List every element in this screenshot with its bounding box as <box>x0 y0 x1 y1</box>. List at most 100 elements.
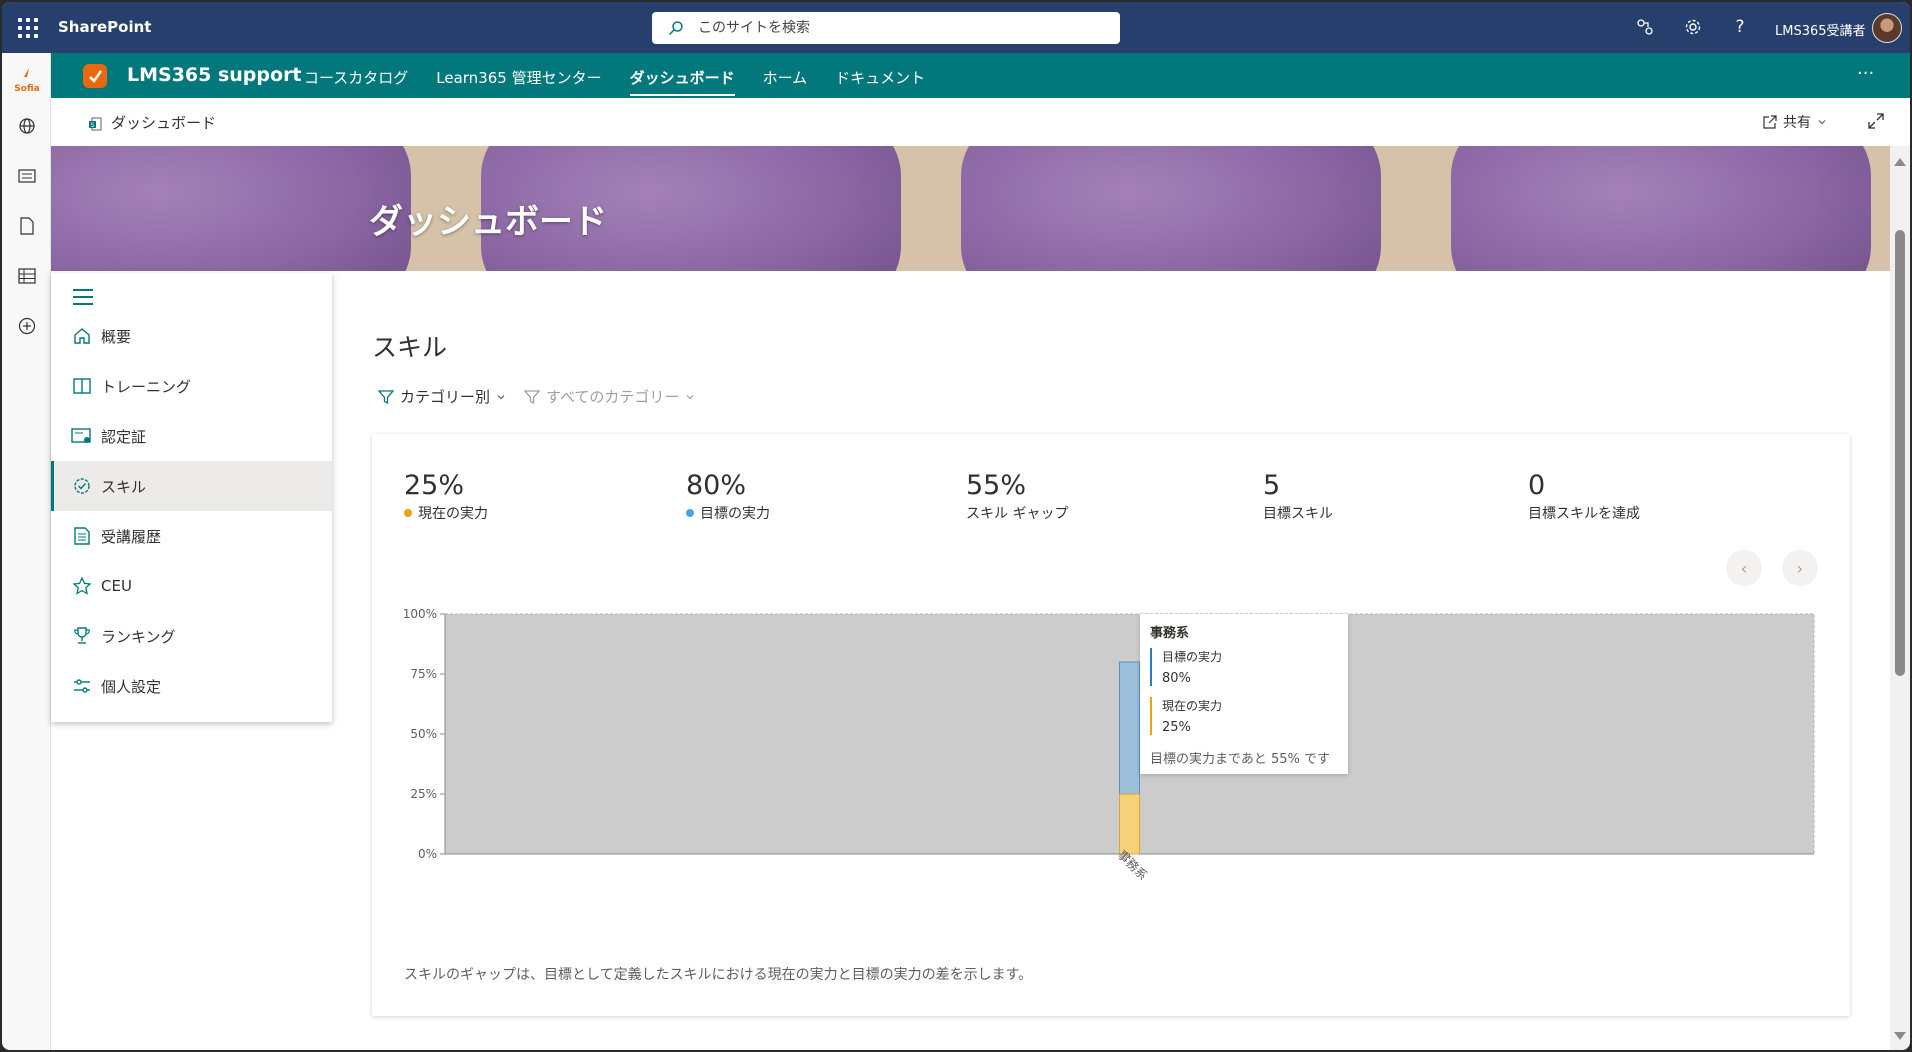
stat-current: 25% 現在の実力 <box>404 470 488 523</box>
bar-target <box>1119 661 1140 795</box>
stat-label: 目標スキル <box>1263 506 1333 522</box>
stat-value: 5 <box>1263 470 1281 501</box>
breadcrumb[interactable]: ダッシュボード <box>111 112 216 133</box>
search-icon <box>668 21 683 36</box>
nav-course-catalog[interactable]: コースカタログ <box>304 67 408 94</box>
add-circle-icon[interactable] <box>16 315 38 337</box>
nav-documents[interactable]: ドキュメント <box>835 67 925 94</box>
sidenav-label: CEU <box>101 577 132 595</box>
list-icon[interactable] <box>16 265 38 287</box>
sidenav-item-skills[interactable]: スキル <box>51 461 332 511</box>
share-label: 共有 <box>1783 115 1811 131</box>
chevron-down-icon <box>686 394 694 399</box>
share-network-icon[interactable] <box>1634 16 1656 38</box>
avatar[interactable] <box>1872 13 1902 43</box>
stat-gap: 55% スキル ギャップ <box>966 470 1068 523</box>
sidenav-item-ceu[interactable]: CEU <box>51 561 332 611</box>
nav-dashboard[interactable]: ダッシュボード <box>629 67 735 96</box>
nav-home[interactable]: ホーム <box>763 67 808 94</box>
sidenav-item-training[interactable]: トレーニング <box>51 361 332 411</box>
stat-achieved: 0 目標スキルを達成 <box>1528 470 1640 523</box>
sidenav-item-overview[interactable]: 概要 <box>51 311 332 361</box>
y-tick-label: 25% <box>410 787 437 801</box>
sidenav-item-settings[interactable]: 個人設定 <box>51 661 332 711</box>
skill-icon <box>71 475 93 497</box>
user-name[interactable]: LMS365受講者 <box>1775 20 1866 39</box>
next-page-button[interactable]: › <box>1782 550 1818 586</box>
globe-icon[interactable] <box>16 115 38 137</box>
stat-label: 目標スキルを達成 <box>1528 506 1640 522</box>
tooltip-current-value: 25% <box>1162 720 1191 735</box>
share-icon <box>1763 115 1777 129</box>
suite-bar: SharePoint ? LMS365受講者 <box>2 2 1910 53</box>
star-icon <box>71 575 93 597</box>
site-logo-icon[interactable] <box>83 64 107 88</box>
filter-all-label: すべてのカテゴリー <box>546 388 680 406</box>
sidenav-item-certificates[interactable]: 認定証 <box>51 411 332 461</box>
history-icon <box>71 525 93 547</box>
more-icon[interactable]: ··· <box>1857 63 1874 84</box>
hamburger-menu-icon[interactable] <box>73 289 93 305</box>
tooltip-current-label: 現在の実力 <box>1162 699 1223 713</box>
y-tick-label: 75% <box>410 667 437 681</box>
skills-chart: 0% 25% 50% 75% 100% 事務系 <box>403 607 1815 883</box>
sidenav-label: トレーニング <box>101 377 192 396</box>
sidenav-label: 認定証 <box>101 427 147 446</box>
stat-value: 25% <box>404 470 465 501</box>
hero-banner: ダッシュボード <box>51 146 1890 271</box>
chart-tooltip: 事務系 目標の実力 80% 現在の実力 25% 目標の実力まであと 55% です <box>1140 614 1348 774</box>
sidenav-label: 概要 <box>101 327 132 346</box>
command-bar: S ダッシュボード 共有 <box>51 98 1910 146</box>
expand-icon[interactable] <box>1867 112 1885 130</box>
tooltip-message: 目標の実力まであと 55% です <box>1150 752 1331 767</box>
filter-category-dropdown[interactable]: カテゴリー別 <box>378 386 506 407</box>
legend-dot-target <box>686 509 694 517</box>
hero-title: ダッシュボード <box>369 202 607 242</box>
svg-text:S: S <box>91 122 95 129</box>
prev-page-button[interactable]: ‹ <box>1726 550 1762 586</box>
nav-learn365-admin[interactable]: Learn365 管理センター <box>436 67 601 94</box>
search-box[interactable] <box>652 12 1120 44</box>
stat-label: 目標の実力 <box>700 506 770 522</box>
document-icon[interactable] <box>16 215 38 237</box>
filter-icon <box>378 389 394 404</box>
filter-category-label: カテゴリー別 <box>400 388 491 406</box>
site-name[interactable]: LMS365 support <box>127 64 302 86</box>
top-nav: コースカタログ Learn365 管理センター ダッシュボード ホーム ドキュメ… <box>304 67 953 96</box>
trophy-icon <box>71 625 93 647</box>
gear-icon[interactable] <box>1682 16 1704 38</box>
settings-sliders-icon <box>71 675 93 697</box>
hero-image <box>51 146 411 271</box>
certificate-icon <box>71 425 93 447</box>
y-tick-label: 100% <box>403 607 437 621</box>
stat-label: スキル ギャップ <box>966 506 1069 522</box>
suite-brand[interactable]: SharePoint <box>58 18 151 36</box>
chevron-down-icon <box>497 394 505 399</box>
vertical-scrollbar[interactable] <box>1890 146 1910 1050</box>
chevron-down-icon <box>1818 120 1826 125</box>
stat-label: 現在の実力 <box>418 506 488 522</box>
stat-value: 0 <box>1528 470 1546 501</box>
page-title: スキル <box>372 333 448 362</box>
sidenav-item-ranking[interactable]: ランキング <box>51 611 332 661</box>
sofia-logo-icon[interactable]: Sofia <box>12 67 42 97</box>
sidenav-label: 個人設定 <box>101 677 162 696</box>
browser-frame: SharePoint ? LMS365受講者 Sofia <box>2 2 1910 1050</box>
y-tick-label: 50% <box>410 727 437 741</box>
tooltip-current-row: 現在の実力 25% <box>1150 697 1340 735</box>
home-icon <box>71 325 93 347</box>
filter-icon <box>524 389 540 404</box>
search-input[interactable] <box>698 12 1098 44</box>
footnote: スキルのギャップは、目標として定義したスキルにおける現在の実力と目標の実力の差を… <box>404 967 1033 983</box>
tooltip-target-row: 目標の実力 80% <box>1150 648 1340 686</box>
app-launcher-icon[interactable] <box>16 16 40 40</box>
stat-target: 80% 目標の実力 <box>686 470 770 523</box>
news-icon[interactable] <box>16 165 38 187</box>
sidenav-item-history[interactable]: 受講履歴 <box>51 511 332 561</box>
stat-value: 80% <box>686 470 747 501</box>
help-icon[interactable]: ? <box>1729 16 1751 38</box>
tooltip-target-label: 目標の実力 <box>1162 650 1223 664</box>
share-button[interactable]: 共有 <box>1763 112 1827 132</box>
page-icon: S <box>89 117 102 131</box>
filter-all-dropdown[interactable]: すべてのカテゴリー <box>524 386 695 407</box>
